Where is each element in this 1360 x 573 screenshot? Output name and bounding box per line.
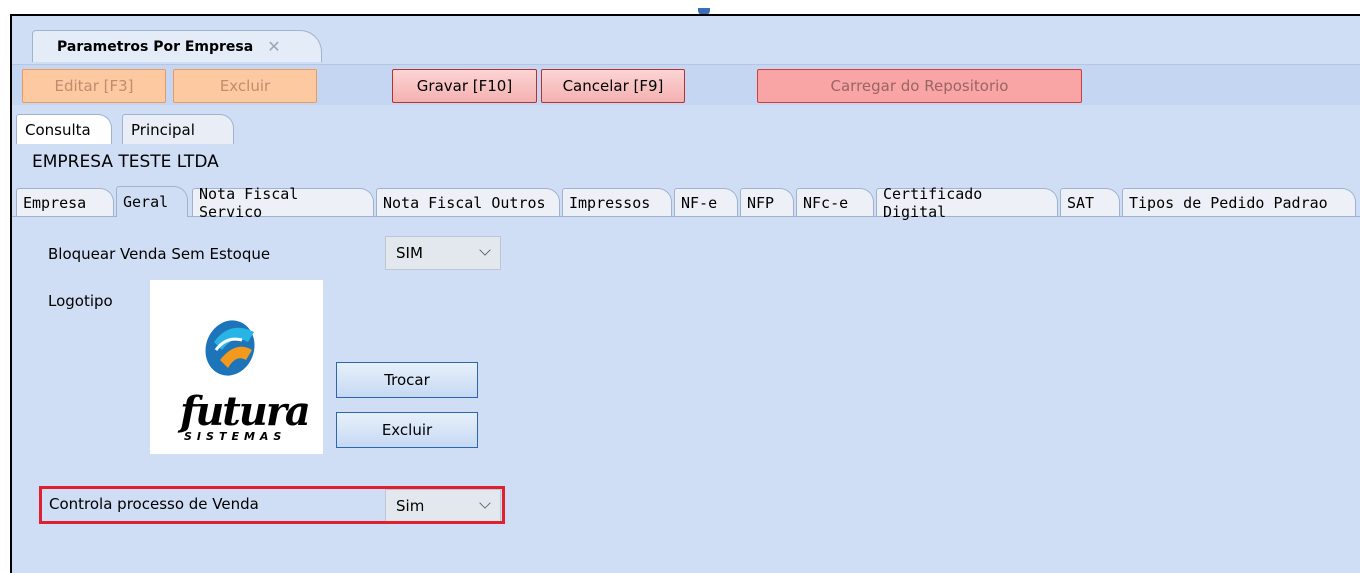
document-tab[interactable]: Parametros Por Empresa ✕ (32, 30, 322, 62)
block-sale-select[interactable]: SIM (385, 236, 501, 270)
change-logo-button[interactable]: Trocar (336, 362, 478, 398)
logo-text: futura (180, 388, 311, 435)
tab-certificado-digital[interactable]: Certificado Digital (876, 185, 1058, 221)
company-name: EMPRESA TESTE LTDA (32, 152, 219, 172)
delete-button[interactable]: Excluir (173, 69, 317, 103)
document-tab-title: Parametros Por Empresa (57, 38, 254, 55)
remove-logo-button[interactable]: Excluir (336, 412, 478, 448)
view-tabs: Consulta Principal (12, 114, 1360, 144)
block-sale-label: Bloquear Venda Sem Estoque (48, 245, 271, 263)
tab-nfce[interactable]: NFc-e (796, 188, 874, 216)
edit-button[interactable]: Editar [F3] (22, 69, 166, 103)
load-repository-button[interactable]: Carregar do Repositorio (757, 69, 1082, 103)
tab-principal[interactable]: Principal (122, 114, 234, 144)
logo-subtext: SISTEMAS (184, 430, 287, 443)
highlight-box (39, 486, 505, 524)
cancel-button[interactable]: Cancelar [F9] (541, 69, 685, 103)
tab-nfe[interactable]: NF-e (674, 188, 738, 216)
logo-image: futura SISTEMAS (150, 280, 323, 454)
save-button[interactable]: Gravar [F10] (392, 69, 537, 103)
futura-logo-icon (205, 320, 255, 376)
tab-geral[interactable]: Geral (116, 186, 188, 217)
close-icon[interactable]: ✕ (267, 37, 280, 56)
chevron-down-icon (479, 244, 491, 256)
tab-consulta[interactable]: Consulta (16, 114, 112, 144)
tab-empresa[interactable]: Empresa (16, 188, 114, 216)
main-window: Parametros Por Empresa ✕ Editar [F3] Exc… (10, 14, 1360, 573)
tab-nota-fiscal-servico[interactable]: Nota Fiscal Servico (192, 185, 374, 221)
document-tab-strip: Parametros Por Empresa ✕ (12, 16, 1360, 64)
tab-tipos-de-pedido-padrao[interactable]: Tipos de Pedido Padrao (1122, 188, 1356, 216)
block-sale-value: SIM (396, 244, 423, 262)
tab-impressos[interactable]: Impressos (562, 188, 672, 216)
tab-nota-fiscal-outros[interactable]: Nota Fiscal Outros (376, 188, 560, 216)
tab-sat[interactable]: SAT (1060, 188, 1120, 216)
toolbar: Editar [F3] Excluir Gravar [F10] Cancela… (12, 64, 1360, 105)
tab-nfp[interactable]: NFP (740, 188, 794, 216)
logo-label: Logotipo (48, 292, 113, 310)
section-tabs: Empresa Geral Nota Fiscal Servico Nota F… (12, 185, 1360, 221)
